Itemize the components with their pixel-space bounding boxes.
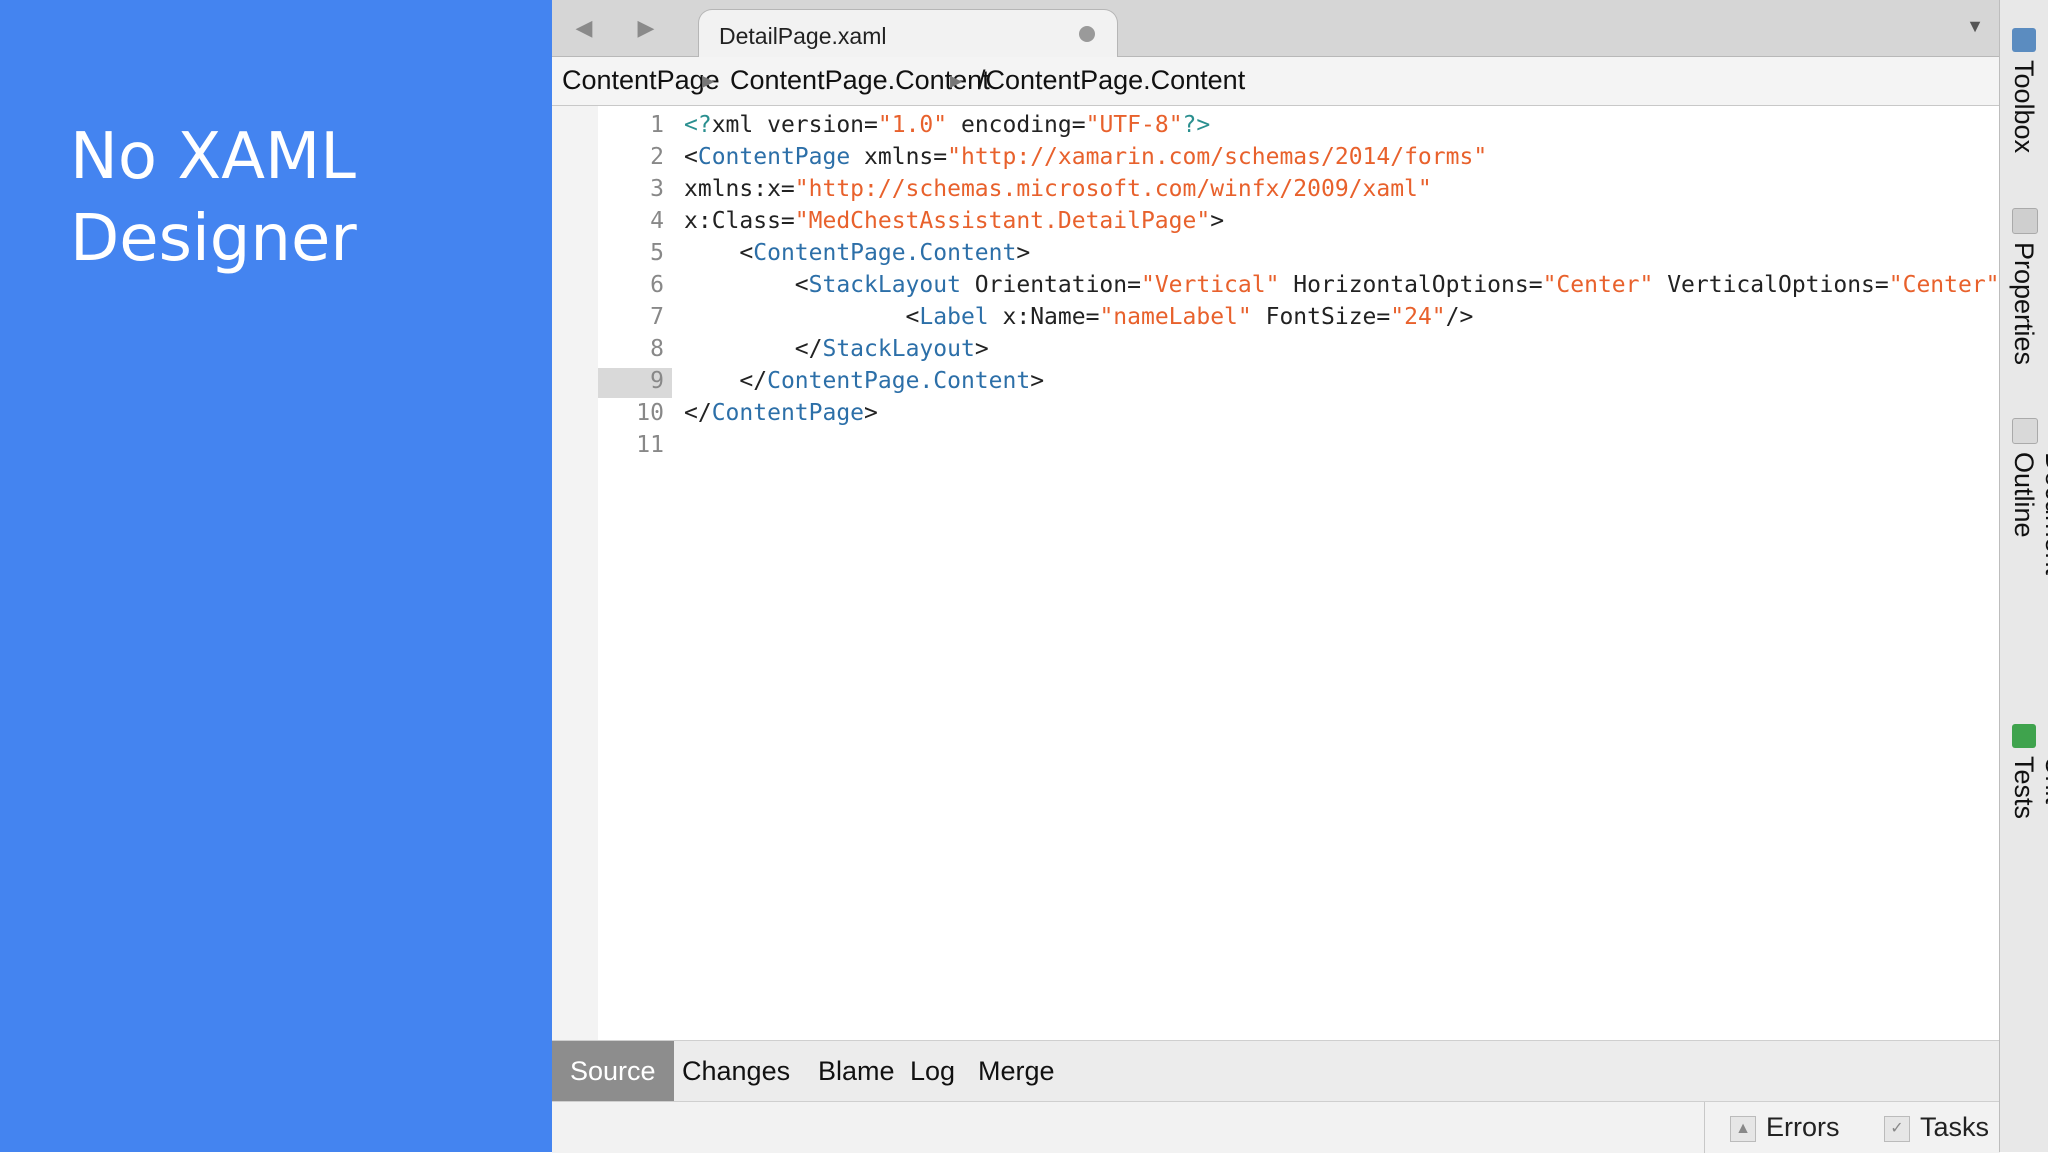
code-line[interactable]: </ContentPage.Content>	[684, 368, 1044, 394]
document-tab[interactable]: DetailPage.xaml	[698, 9, 1118, 58]
document-tab-label: DetailPage.xaml	[719, 23, 887, 49]
code-line[interactable]: x:Class="MedChestAssistant.DetailPage">	[684, 208, 1224, 234]
tab-changes[interactable]: Changes	[682, 1041, 790, 1101]
unit-tests-icon	[2012, 724, 2036, 748]
code-line[interactable]: <ContentPage.Content>	[684, 240, 1030, 266]
dock-label-toolbox: Toolbox	[2009, 60, 2039, 154]
nav-back-icon[interactable]: ◀	[572, 14, 596, 42]
line-number: 6	[650, 272, 664, 298]
line-number: 9	[650, 368, 664, 394]
line-number: 7	[650, 304, 664, 330]
warning-icon: ▲	[1730, 1115, 1756, 1142]
line-number: 11	[636, 432, 664, 458]
line-number: 3	[650, 176, 664, 202]
errors-label: Errors	[1766, 1112, 1840, 1142]
breadcrumb-separator-icon: ▶	[950, 73, 963, 90]
code-line[interactable]: <Label x:Name="nameLabel" FontSize="24"/…	[684, 304, 1474, 330]
tab-source[interactable]: Source	[552, 1041, 674, 1101]
slide-left-panel: No XAML Designer	[0, 0, 552, 1152]
tab-menu-chevron-down-icon[interactable]: ▼	[1966, 16, 1984, 37]
tab-log[interactable]: Log	[910, 1041, 955, 1101]
errors-button[interactable]: ▲ Errors	[1730, 1112, 1840, 1143]
toolbox-icon	[2012, 28, 2036, 52]
line-number: 4	[650, 208, 664, 234]
document-tab-bar: ◀ ▶ DetailPage.xaml ▼	[552, 0, 2000, 58]
nav-forward-icon[interactable]: ▶	[634, 14, 658, 42]
code-area[interactable]: <?xml version="1.0" encoding="UTF-8"?> <C…	[684, 106, 2000, 1040]
tab-merge[interactable]: Merge	[978, 1041, 1055, 1101]
breadcrumb-item[interactable]: ContentPage	[562, 65, 720, 96]
document-outline-icon	[2012, 418, 2038, 444]
code-line[interactable]: <ContentPage xmlns="http://xamarin.com/s…	[684, 144, 1487, 170]
line-number: 8	[650, 336, 664, 362]
code-line[interactable]: </StackLayout>	[684, 336, 989, 362]
code-editor[interactable]: 1 2 3 4 5 6 7 8 9 10 11 <?xml version="1.0" encodi…	[552, 106, 2000, 1040]
line-number: 1	[650, 112, 664, 138]
ide-window: ◀ ▶ DetailPage.xaml ▼ ContentPage ▶ Cont…	[552, 0, 2048, 1153]
line-number: 10	[636, 400, 664, 426]
status-divider	[1704, 1102, 1705, 1153]
code-line[interactable]: <StackLayout Orientation="Vertical" Hori…	[684, 272, 2000, 298]
dock-label-document-outline: Document Outline	[2009, 452, 2048, 576]
properties-icon	[2012, 208, 2038, 234]
tasks-label: Tasks	[1920, 1112, 1990, 1142]
slide-title: No XAML Designer	[70, 120, 357, 276]
tab-blame[interactable]: Blame	[818, 1041, 895, 1101]
status-bar: ▲ Errors ✓ Tasks	[552, 1101, 2000, 1153]
line-number: 2	[650, 144, 664, 170]
checkmark-icon: ✓	[1884, 1115, 1910, 1142]
breadcrumb: ContentPage ▶ ContentPage.Content ▶ /Con…	[552, 57, 2000, 106]
code-line[interactable]: <?xml version="1.0" encoding="UTF-8"?>	[684, 112, 1210, 138]
side-dock: Toolbox Properties Document Outline Unit…	[1999, 0, 2048, 1152]
dock-label-properties: Properties	[2009, 242, 2039, 366]
tasks-button[interactable]: ✓ Tasks	[1884, 1112, 1989, 1143]
bottom-view-tabs: Source Changes Blame Log Merge	[552, 1040, 2000, 1101]
close-dot-icon[interactable]	[1079, 26, 1095, 42]
line-number: 5	[650, 240, 664, 266]
line-number-column: 1 2 3 4 5 6 7 8 9 10 11	[598, 106, 672, 1040]
code-line[interactable]: xmlns:x="http://schemas.microsoft.com/wi…	[684, 176, 1432, 202]
editor-gutter[interactable]	[552, 106, 599, 1040]
breadcrumb-separator-icon: ▶	[702, 73, 715, 90]
code-line[interactable]: </ContentPage>	[684, 400, 878, 426]
dock-label-unit-tests: Unit Tests	[2009, 756, 2048, 820]
breadcrumb-item[interactable]: /ContentPage.Content	[978, 65, 1245, 96]
